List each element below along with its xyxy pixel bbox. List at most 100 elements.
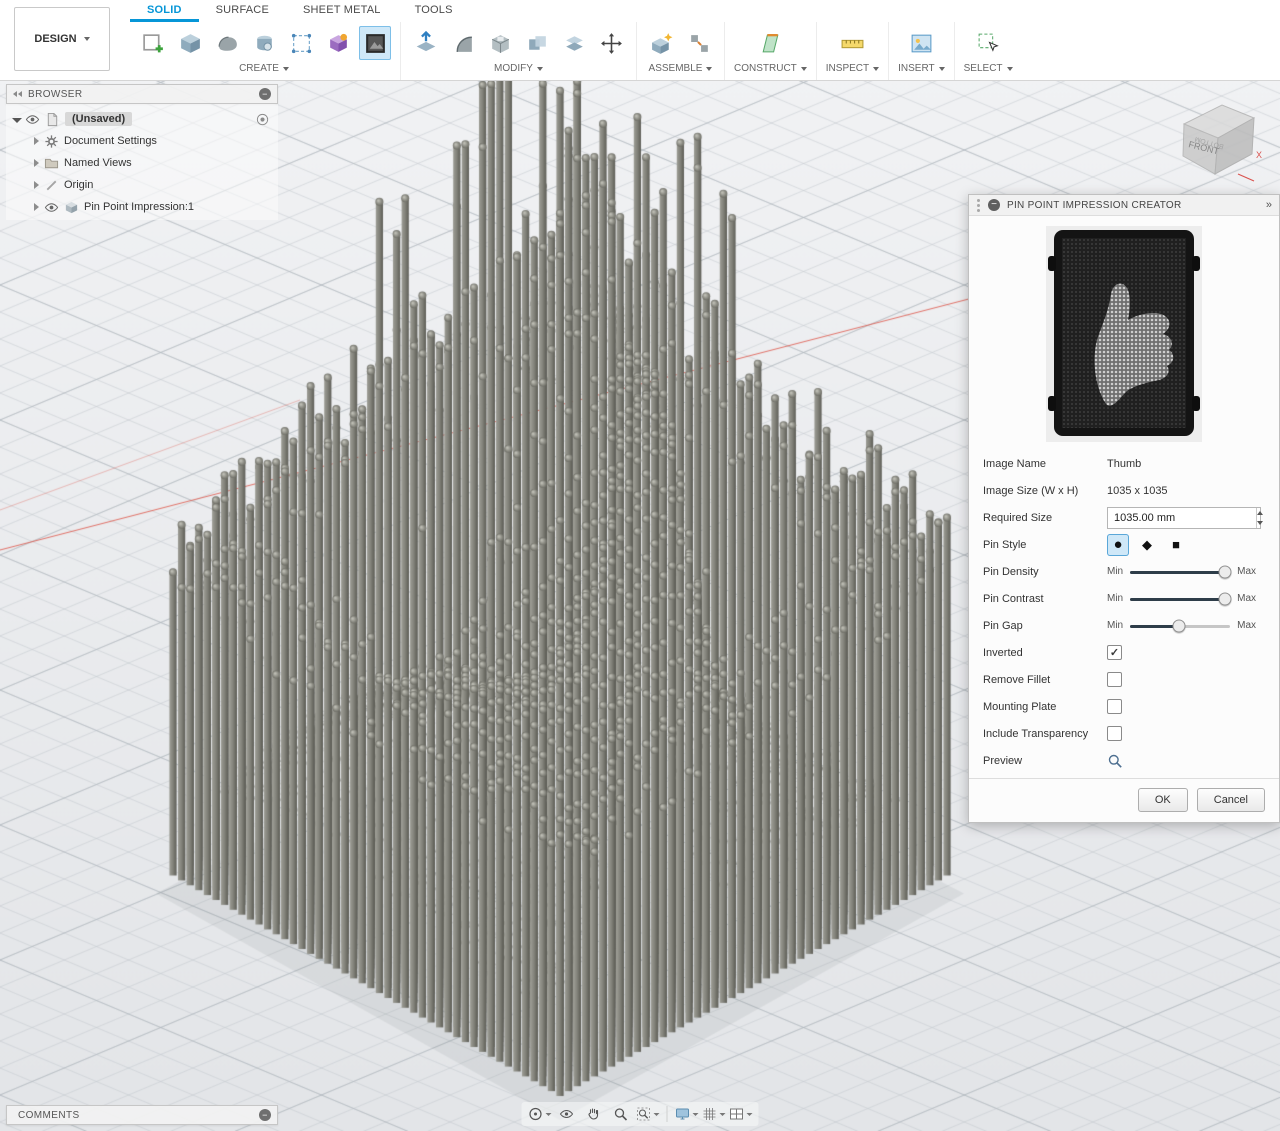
remove-fillet-row: Remove Fillet ✓ (983, 666, 1265, 693)
required-size-row: Required Size (983, 504, 1265, 531)
eye-icon[interactable] (44, 200, 59, 215)
include-transparency-row: Include Transparency ✓ (983, 720, 1265, 747)
caret-icon (720, 1113, 726, 1116)
pin-style-square-option[interactable]: ■ (1165, 534, 1187, 556)
create-form-button[interactable] (322, 26, 354, 60)
browser-header[interactable]: BROWSER − (6, 84, 278, 104)
construct-dropdown[interactable]: CONSTRUCT (734, 63, 807, 74)
disclosure-icon[interactable] (34, 137, 39, 145)
orbit-tool-button[interactable] (528, 1104, 552, 1124)
eye-icon[interactable] (25, 112, 40, 127)
split-body-button[interactable] (558, 26, 590, 60)
collapse-left-icon[interactable] (18, 91, 22, 97)
view-cube[interactable]: FRONT BOTTOM X (1168, 92, 1264, 188)
inspect-dropdown[interactable]: INSPECT (826, 63, 879, 74)
create-sweep-button[interactable] (211, 26, 243, 60)
combine-button[interactable] (521, 26, 553, 60)
activate-radio-icon[interactable] (255, 112, 270, 127)
slider-handle[interactable] (1219, 592, 1232, 605)
construct-plane-button[interactable] (754, 26, 786, 60)
disclosure-open-icon[interactable] (12, 118, 22, 123)
create-box-button[interactable] (174, 26, 206, 60)
slider-handle[interactable] (1219, 565, 1232, 578)
spinner-up-button[interactable] (1257, 508, 1263, 518)
shell-button[interactable] (484, 26, 516, 60)
viewport-layout-button[interactable] (729, 1104, 753, 1124)
modify-dropdown[interactable]: MODIFY (494, 63, 543, 74)
design-menu-label: DESIGN (34, 33, 76, 45)
panel-collapse-icon[interactable]: − (259, 88, 271, 100)
tab-surface[interactable]: SURFACE (199, 0, 286, 22)
slider-handle[interactable] (1173, 619, 1186, 632)
fillet-button[interactable] (447, 26, 479, 60)
select-dropdown[interactable]: SELECT (964, 63, 1013, 74)
max-label: Max (1237, 620, 1256, 631)
tree-row-named-views[interactable]: Named Views (6, 152, 278, 174)
spinner-control[interactable] (1256, 508, 1263, 528)
document-root-label[interactable]: (Unsaved) (65, 112, 132, 126)
create-pattern-button[interactable] (285, 26, 317, 60)
3d-viewport[interactable]: FRONT BOTTOM X BROWSER − (Unsaved) (0, 80, 1280, 1131)
required-size-input[interactable] (1107, 507, 1261, 529)
assemble-dropdown[interactable]: ASSEMBLE (649, 63, 713, 74)
create-dropdown[interactable]: CREATE (239, 63, 289, 74)
pin-density-slider[interactable] (1130, 565, 1230, 579)
dialog-header[interactable]: − PIN POINT IMPRESSION CREATOR » (969, 195, 1279, 216)
remove-fillet-checkbox[interactable]: ✓ (1107, 672, 1122, 687)
look-at-tool-button[interactable] (555, 1104, 579, 1124)
panel-collapse-icon[interactable]: − (259, 1109, 271, 1121)
drag-grip-icon[interactable] (977, 204, 980, 207)
press-pull-button[interactable] (410, 26, 442, 60)
ok-button[interactable]: OK (1138, 788, 1188, 812)
design-menu-button[interactable]: DESIGN (14, 7, 110, 71)
navigation-toolbar (522, 1102, 759, 1126)
cancel-button[interactable]: Cancel (1197, 788, 1265, 812)
toolbar-group-inspect: INSPECT (817, 22, 889, 80)
pin-contrast-slider[interactable] (1130, 592, 1230, 606)
disclosure-icon[interactable] (34, 203, 39, 211)
shell-icon (488, 31, 513, 56)
inverted-checkbox[interactable]: ✓ (1107, 645, 1122, 660)
mounting-plate-checkbox[interactable]: ✓ (1107, 699, 1122, 714)
collapse-left-icon[interactable] (13, 91, 17, 97)
tree-row-pin-point-impression[interactable]: Pin Point Impression:1 (6, 196, 278, 218)
preview-magnifier-icon[interactable] (1107, 753, 1123, 769)
display-settings-button[interactable] (675, 1104, 699, 1124)
hidden-slash-icon[interactable] (44, 178, 59, 193)
pan-tool-button[interactable] (582, 1104, 606, 1124)
zoom-tool-button[interactable] (609, 1104, 633, 1124)
required-size-field[interactable] (1108, 508, 1256, 528)
pin-style-diamond-option[interactable]: ◆ (1136, 534, 1158, 556)
select-button[interactable] (972, 26, 1004, 60)
tree-row-origin[interactable]: Origin (6, 174, 278, 196)
disclosure-icon[interactable] (34, 181, 39, 189)
tree-row-root[interactable]: (Unsaved) (6, 108, 278, 130)
pan-hand-icon (586, 1106, 602, 1122)
include-transparency-checkbox[interactable]: ✓ (1107, 726, 1122, 741)
tab-sheet-metal[interactable]: SHEET METAL (286, 0, 398, 22)
disclosure-icon[interactable] (34, 159, 39, 167)
measure-button[interactable] (836, 26, 868, 60)
tab-solid[interactable]: SOLID (130, 0, 199, 22)
create-revolve-button[interactable] (248, 26, 280, 60)
inverted-row: Inverted ✓ (983, 639, 1265, 666)
spinner-down-button[interactable] (1257, 518, 1263, 528)
grid-icon (702, 1106, 718, 1122)
joint-button[interactable] (683, 26, 715, 60)
pin-style-circle-option[interactable]: ● (1107, 534, 1129, 556)
pin-style-row: Pin Style ● ◆ ■ (983, 531, 1265, 558)
comments-header[interactable]: COMMENTS − (6, 1105, 278, 1125)
tree-row-document-settings[interactable]: Document Settings (6, 130, 278, 152)
grid-layout-button[interactable] (702, 1104, 726, 1124)
tab-tools[interactable]: TOOLS (398, 0, 470, 22)
move-copy-button[interactable] (595, 26, 627, 60)
pin-gap-slider[interactable] (1130, 619, 1230, 633)
pin-point-impression-tool-button[interactable] (359, 26, 391, 60)
new-component-button[interactable] (646, 26, 678, 60)
insert-canvas-button[interactable] (905, 26, 937, 60)
fit-view-button[interactable] (636, 1104, 660, 1124)
insert-dropdown[interactable]: INSERT (898, 63, 945, 74)
dialog-collapse-icon[interactable]: − (988, 199, 1000, 211)
create-sketch-button[interactable] (137, 26, 169, 60)
dialog-expand-icon[interactable]: » (1266, 199, 1272, 211)
